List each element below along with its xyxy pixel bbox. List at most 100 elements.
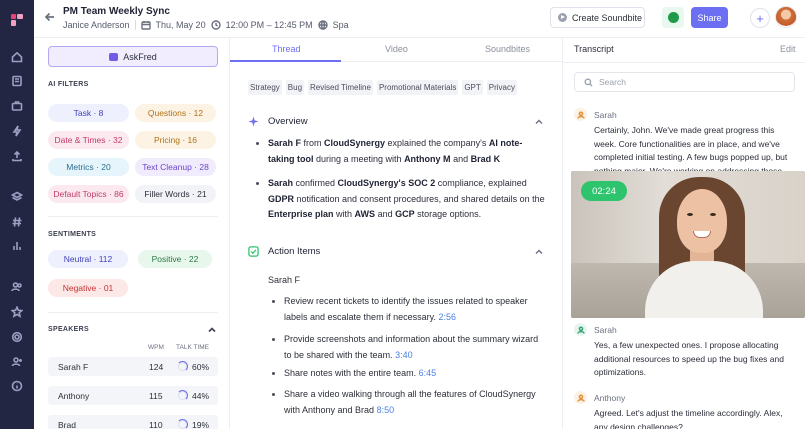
chevron-up-icon[interactable] — [535, 248, 543, 256]
chevron-up-icon[interactable] — [208, 326, 216, 334]
transcript-text[interactable]: Certainly, John. We've made great progre… — [594, 124, 794, 171]
section-divider — [563, 62, 805, 63]
topic-tag[interactable]: Strategy — [248, 80, 282, 95]
briefcase-icon[interactable] — [9, 98, 25, 114]
transcript-speaker: Sarah — [574, 323, 617, 336]
bullet-text: during a meeting with — [313, 153, 405, 164]
star-icon[interactable] — [9, 304, 25, 320]
bullet-text: from — [301, 138, 325, 148]
thread-panel: Thread Video Soundbites Strategy Bug Rev… — [230, 38, 563, 429]
user-avatar[interactable] — [775, 6, 797, 28]
integration-button[interactable] — [662, 7, 684, 28]
video-person-eye — [710, 213, 716, 216]
bullet-text: CloudSynergy's SOC 2 — [337, 178, 436, 188]
topic-tag[interactable]: Bug — [285, 80, 305, 95]
tab-video[interactable]: Video — [385, 44, 408, 54]
timestamp-link[interactable]: 2:56 — [438, 312, 456, 322]
action-item: Share a video walking through all the fe… — [272, 387, 546, 418]
filter-chip[interactable]: Pricing · 16 — [135, 131, 216, 149]
filter-chip[interactable]: Metrics · 20 — [48, 158, 129, 176]
action-items-heading: Action Items — [248, 246, 320, 257]
topic-tag[interactable]: GPT — [462, 80, 483, 95]
timestamp-link[interactable]: 3:40 — [395, 350, 413, 360]
askfred-button[interactable]: AskFred — [48, 46, 218, 67]
speaker-row[interactable]: Brad 110 19% — [48, 415, 218, 429]
back-arrow-icon[interactable] — [44, 11, 58, 25]
meeting-language[interactable]: Spa — [333, 20, 349, 30]
content-tabs: Thread Video Soundbites — [230, 38, 563, 62]
talk-time-ring-icon — [177, 419, 189, 429]
talk-time-header: TALK TIME — [176, 344, 209, 351]
share-button[interactable]: Share — [691, 7, 728, 28]
speaker-name: Anthony — [58, 391, 90, 401]
info-icon[interactable] — [9, 378, 25, 394]
transcript-search-input[interactable]: Search — [574, 72, 795, 92]
speaker-wpm: 115 — [149, 391, 163, 401]
search-placeholder: Search — [599, 77, 626, 87]
filter-chip[interactable]: Questions · 12 — [135, 104, 216, 122]
topic-tag[interactable]: Promotional Materials — [376, 80, 459, 95]
calendar-icon — [140, 21, 151, 30]
action-item: Provide screenshots and information abou… — [272, 332, 546, 363]
sentiment-chip[interactable]: Neutral · 112 — [48, 250, 128, 268]
tab-soundbites[interactable]: Soundbites — [485, 44, 530, 54]
action-item-text: Share notes with the entire team. — [284, 368, 417, 378]
transcript-text[interactable]: Agreed. Let's adjust the timeline accord… — [594, 407, 794, 429]
checkbox-icon — [248, 246, 259, 257]
askfred-label: AskFred — [123, 51, 157, 62]
layers-icon[interactable] — [9, 189, 25, 205]
notebook-icon[interactable] — [9, 73, 25, 89]
add-button[interactable]: + — [750, 8, 770, 28]
edit-button[interactable]: Edit — [780, 44, 796, 54]
lightning-icon[interactable] — [9, 123, 25, 139]
sentiment-chip[interactable]: Positive · 22 — [138, 250, 212, 268]
timestamp-link[interactable]: 6:45 — [419, 368, 437, 378]
meeting-meta: Janice Anderson Thu, May 20 12:00 PM – 1… — [63, 20, 349, 30]
topic-tag[interactable]: Revised Timeline — [308, 80, 373, 95]
transcript-speaker: Anthony — [574, 391, 625, 404]
video-player[interactable]: 02:24 — [571, 171, 805, 318]
speaker-wpm: 110 — [149, 420, 163, 429]
people-icon[interactable] — [9, 279, 25, 295]
action-items-title: Action Items — [268, 246, 321, 257]
home-icon[interactable] — [9, 49, 25, 65]
topic-tag[interactable]: Privacy — [486, 80, 518, 95]
settings-icon[interactable] — [9, 329, 25, 345]
bullet-text: GCP — [395, 209, 415, 219]
timestamp-link[interactable]: 8:50 — [377, 405, 395, 415]
filter-chip[interactable]: Filler Words · 21 — [135, 185, 216, 203]
clock-icon — [210, 20, 221, 30]
filter-chip[interactable]: Text Cleanup · 28 — [135, 158, 216, 176]
speaker-row[interactable]: Sarah F 124 60% — [48, 357, 218, 376]
hashtag-icon[interactable] — [9, 214, 25, 230]
chevron-up-icon[interactable] — [535, 118, 543, 126]
speaker-talk-time: 19% — [192, 420, 210, 429]
ai-filters-heading: AI FILTERS — [48, 81, 89, 88]
action-item-text: Share a video walking through all the fe… — [284, 389, 536, 415]
app-logo-icon[interactable] — [9, 12, 25, 28]
filter-chip[interactable]: Default Topics · 86 — [48, 185, 129, 203]
transcript-text[interactable]: Yes, a few unexpected ones. I propose al… — [594, 339, 794, 380]
analytics-icon[interactable] — [9, 238, 25, 254]
filter-chip[interactable]: Task · 8 — [48, 104, 129, 122]
add-user-icon[interactable] — [9, 354, 25, 370]
sentiment-chip[interactable]: Negative · 01 — [48, 279, 128, 297]
speaker-wpm: 124 — [149, 362, 164, 372]
create-soundbite-button[interactable]: Create Soundbite — [550, 7, 645, 28]
section-divider — [48, 216, 218, 217]
phone-icon — [667, 12, 679, 23]
upload-icon[interactable] — [9, 148, 25, 164]
filter-chip[interactable]: Date & Times · 32 — [48, 131, 129, 149]
filters-panel: AskFred AI FILTERS Task · 8 Questions · … — [34, 38, 230, 429]
bullet-text: Sarah F — [268, 138, 302, 148]
overview-bullet: Sarah confirmed CloudSynergy's SOC 2 com… — [256, 176, 548, 223]
speaker-row[interactable]: Anthony 115 44% — [48, 386, 218, 405]
meeting-date: Thu, May 20 — [155, 20, 206, 30]
bullet-text: AWS — [354, 209, 376, 219]
speaker-talk-time: 44% — [192, 391, 210, 401]
bullet-text: storage options. — [414, 209, 482, 219]
bullet-text: GDPR — [268, 193, 295, 204]
meeting-host: Janice Anderson — [63, 20, 130, 30]
tab-thread[interactable]: Thread — [272, 44, 301, 54]
active-tab-indicator — [230, 60, 341, 62]
